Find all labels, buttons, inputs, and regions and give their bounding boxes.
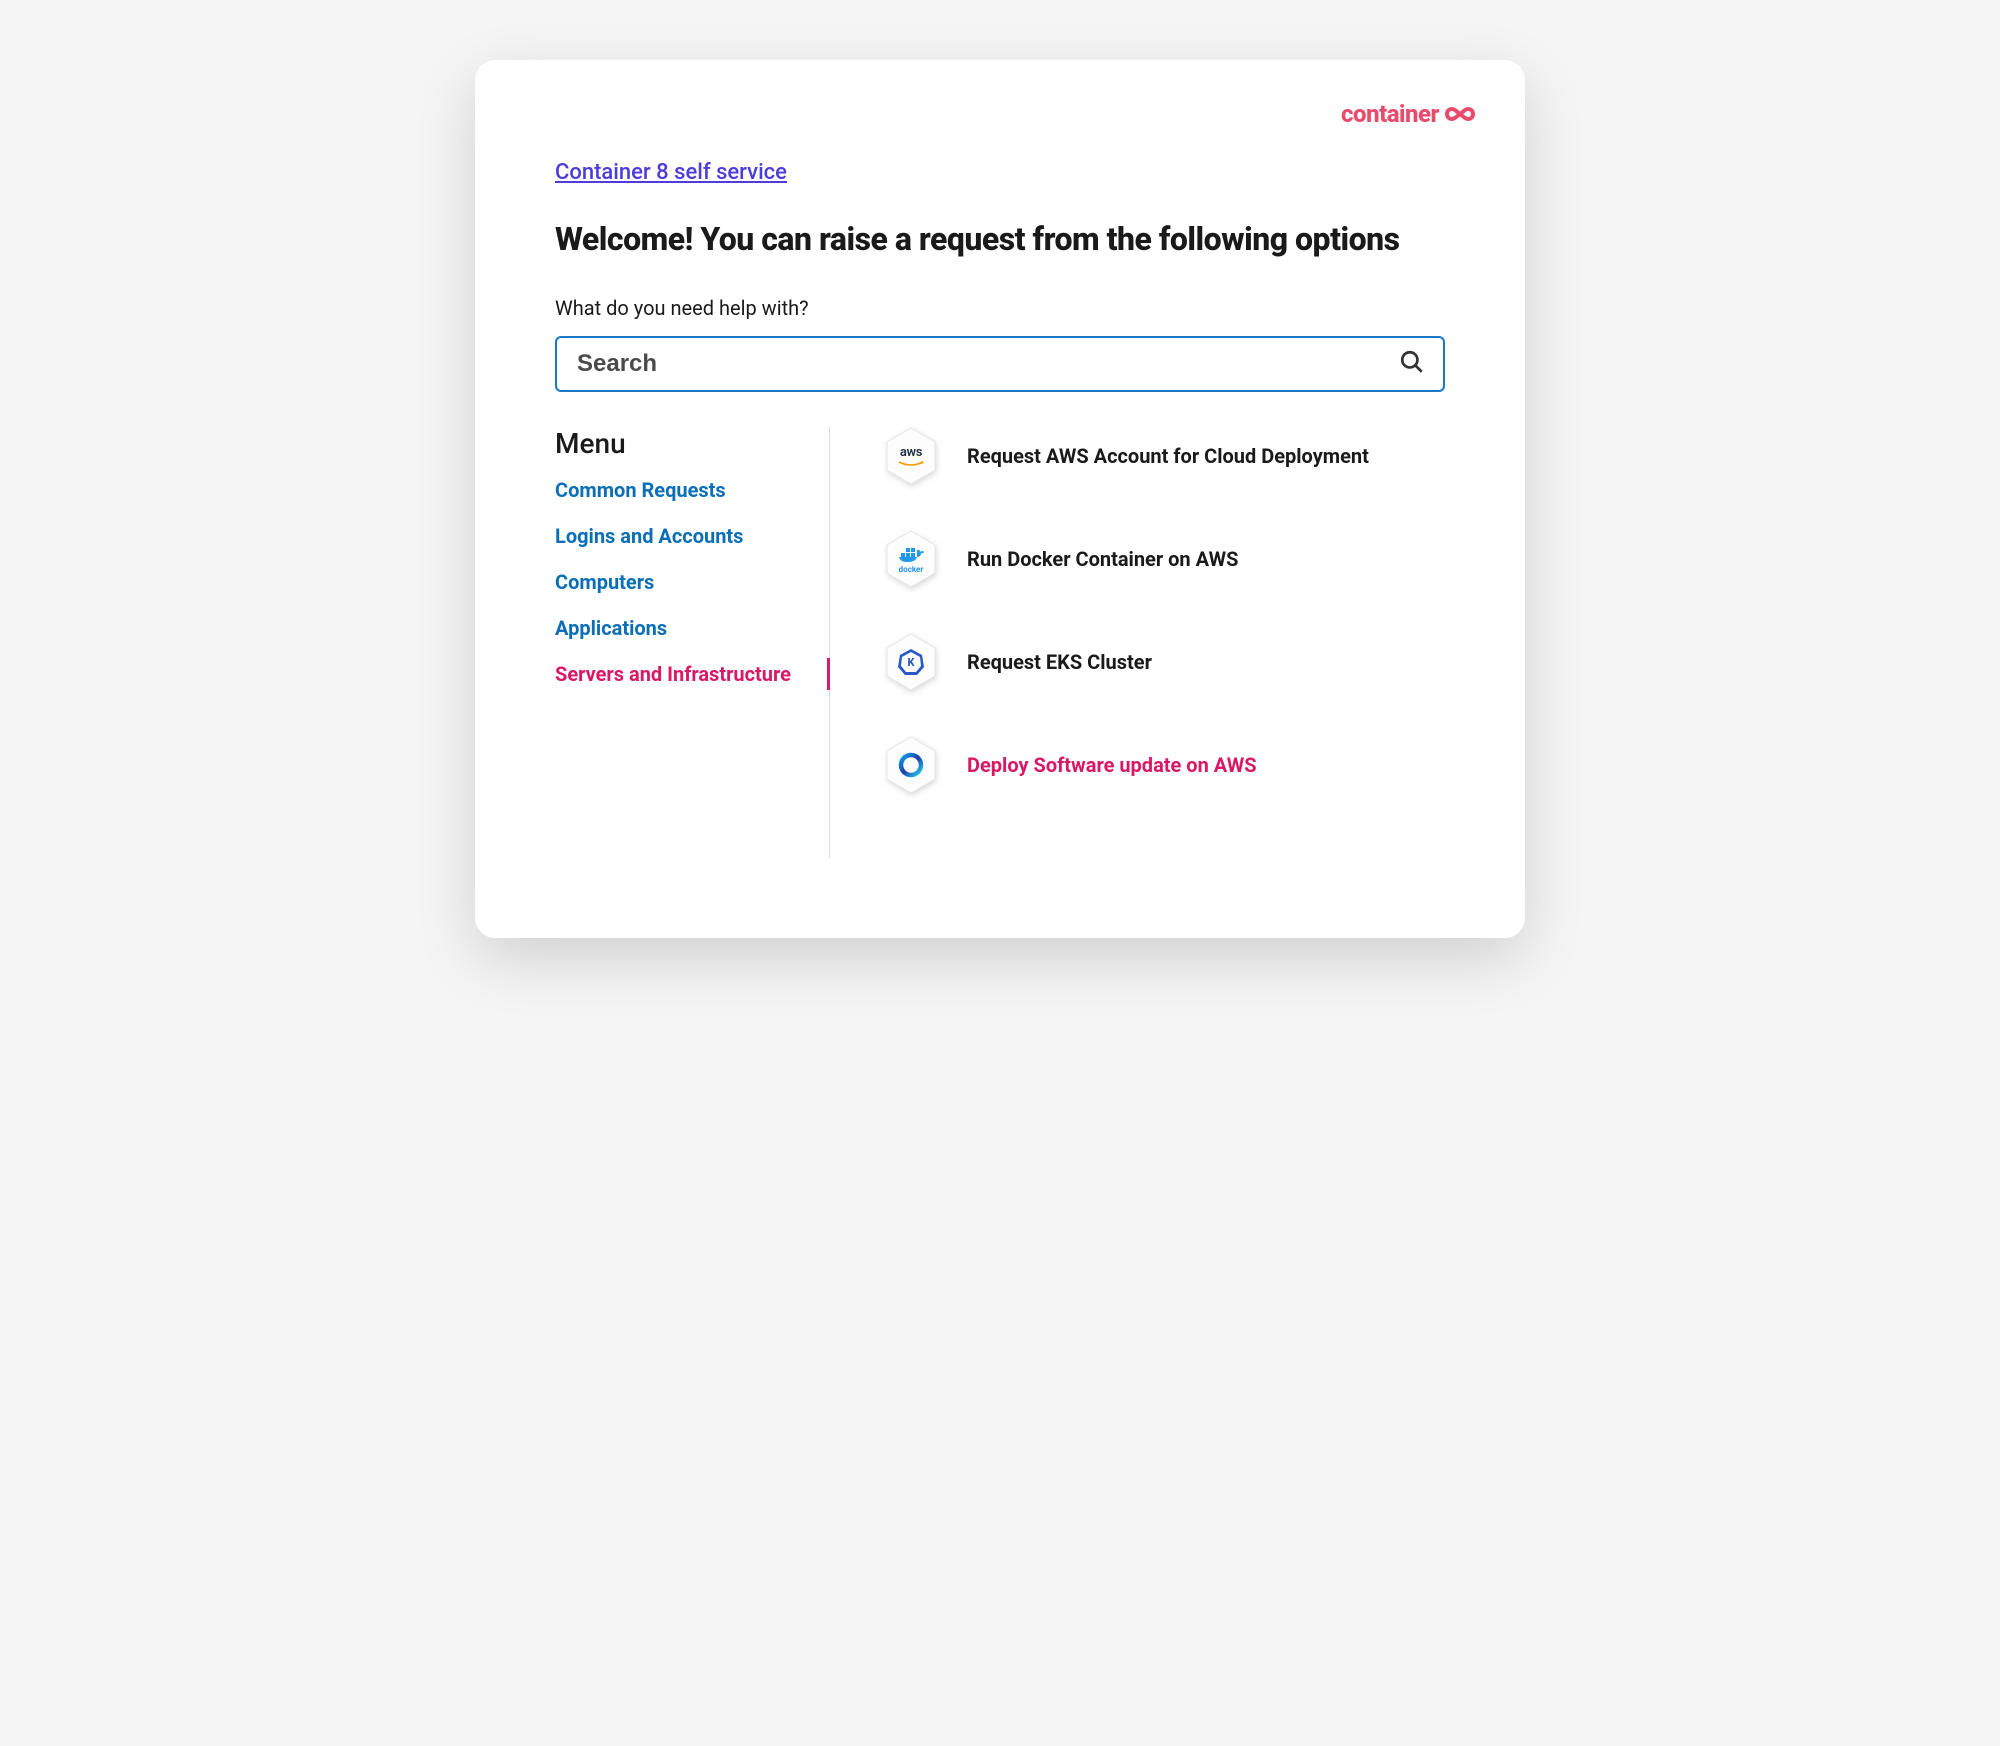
request-item-docker[interactable]: docker Run Docker Container on AWS	[885, 530, 1445, 588]
menu-item-applications[interactable]: Applications	[555, 616, 809, 640]
request-item-eks[interactable]: K Request EKS Cluster	[885, 633, 1445, 691]
ring-icon	[885, 736, 937, 794]
menu-item-servers-infrastructure[interactable]: Servers and Infrastructure	[555, 662, 809, 686]
help-label: What do you need help with?	[555, 296, 1445, 320]
brand-logo: container	[1341, 100, 1475, 128]
menu-item-logins-accounts[interactable]: Logins and Accounts	[555, 524, 809, 548]
requests-column: aws Request AWS Account for Cloud Deploy…	[830, 427, 1445, 858]
infinity-icon	[1445, 105, 1475, 123]
search-wrapper	[555, 336, 1445, 392]
request-item-deploy-update[interactable]: Deploy Software update on AWS	[885, 736, 1445, 794]
aws-icon: aws	[885, 427, 937, 485]
menu-item-computers[interactable]: Computers	[555, 570, 809, 594]
self-service-card: container Container 8 self service Welco…	[475, 60, 1525, 938]
menu-title: Menu	[555, 427, 809, 460]
request-label: Deploy Software update on AWS	[967, 753, 1257, 777]
request-label: Request AWS Account for Cloud Deployment	[967, 444, 1369, 468]
page-title: Welcome! You can raise a request from th…	[555, 220, 1445, 258]
request-item-aws-account[interactable]: aws Request AWS Account for Cloud Deploy…	[885, 427, 1445, 485]
brand-name: container	[1341, 100, 1439, 128]
menu-item-common-requests[interactable]: Common Requests	[555, 478, 809, 502]
docker-icon: docker	[885, 530, 937, 588]
search-icon	[1399, 349, 1425, 379]
breadcrumb-link[interactable]: Container 8 self service	[555, 160, 787, 185]
request-label: Run Docker Container on AWS	[967, 547, 1238, 571]
svg-text:K: K	[907, 656, 915, 669]
aws-smile-icon	[898, 461, 924, 467]
kubernetes-icon: K	[885, 633, 937, 691]
request-label: Request EKS Cluster	[967, 650, 1152, 674]
search-input[interactable]	[555, 336, 1445, 392]
content-row: Menu Common Requests Logins and Accounts…	[555, 427, 1445, 858]
aws-text: aws	[900, 445, 922, 460]
docker-text: docker	[899, 565, 924, 574]
menu-column: Menu Common Requests Logins and Accounts…	[555, 427, 830, 858]
